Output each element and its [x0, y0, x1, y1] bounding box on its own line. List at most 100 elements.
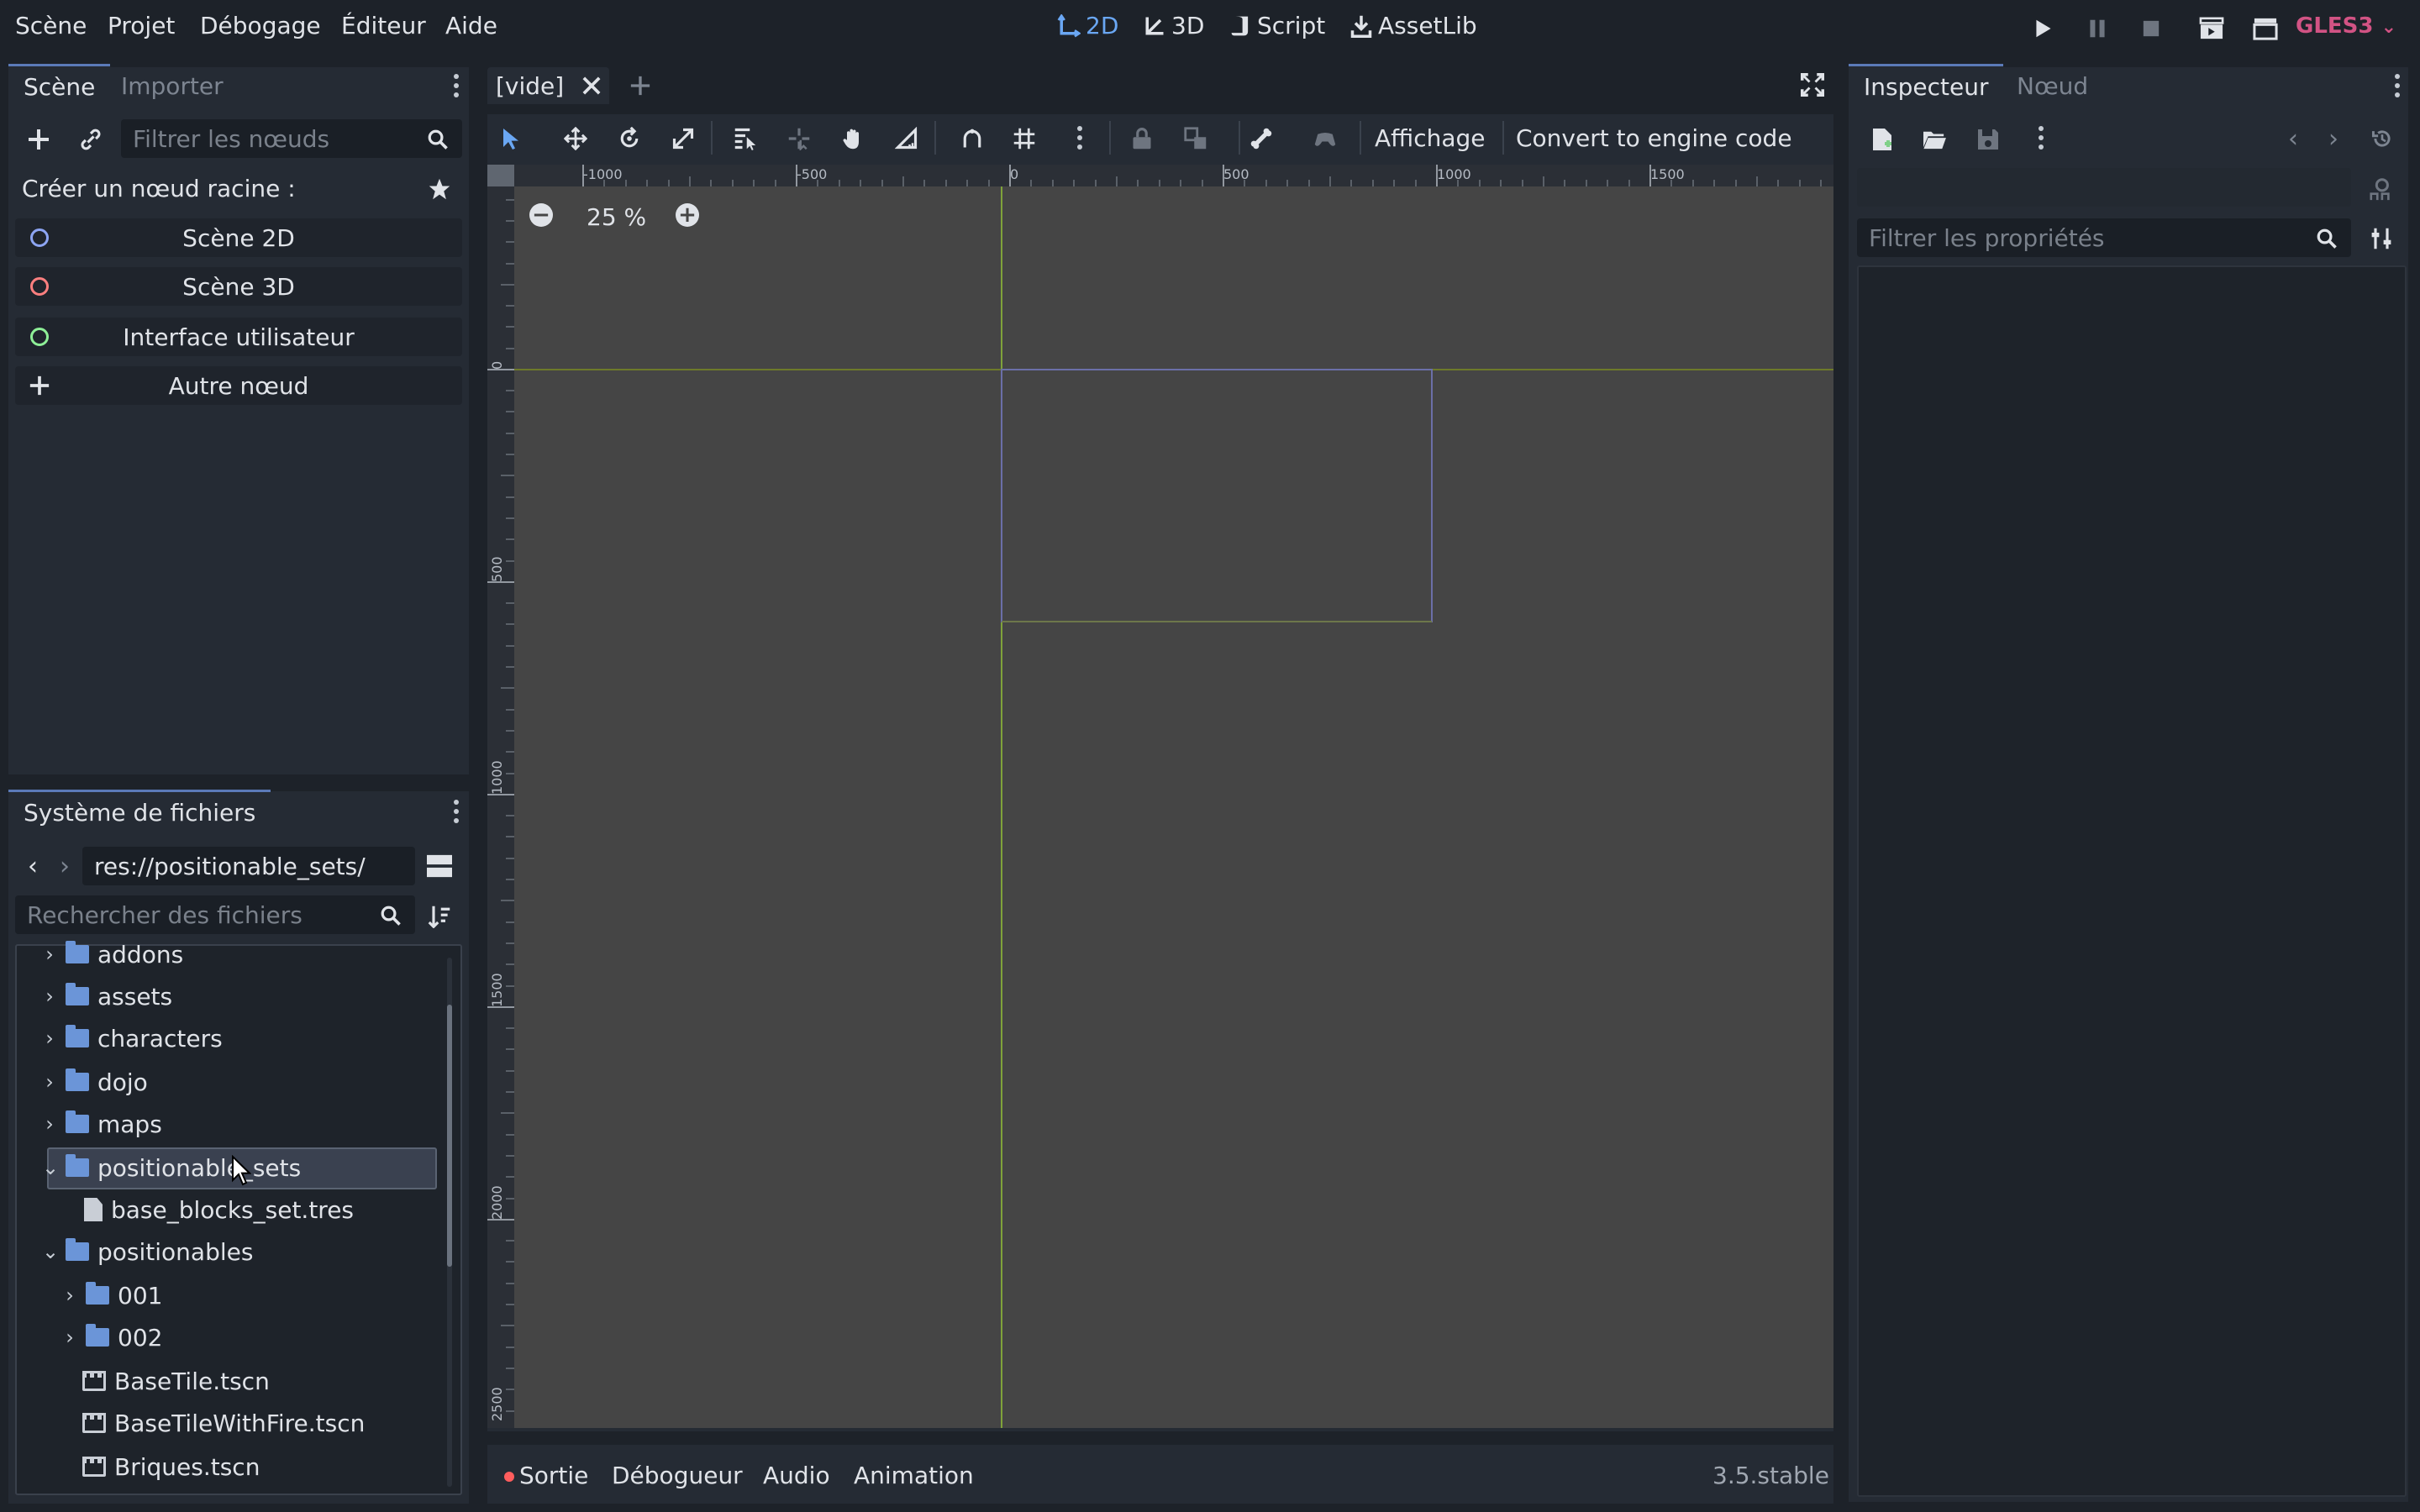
play-custom-scene-button[interactable] [2249, 12, 2282, 45]
tab-scene[interactable]: Scène [8, 64, 111, 108]
create-3d-scene-button[interactable]: Scène 3D [15, 267, 462, 306]
back-chevron-icon[interactable]: ‹ [20, 852, 45, 881]
menu-scene[interactable]: Scène [15, 12, 87, 39]
new-resource-button[interactable] [1867, 124, 1897, 155]
pause-button[interactable] [2081, 12, 2114, 45]
filter-properties-input[interactable]: Filtrer les propriétés [1857, 218, 2351, 257]
history-back-icon[interactable]: ‹ [2281, 124, 2306, 154]
group-button[interactable] [1181, 124, 1210, 153]
skeleton-button[interactable] [1247, 124, 1276, 153]
create-2d-scene-button[interactable]: Scène 2D [15, 218, 462, 257]
save-resource-button[interactable] [1973, 124, 2003, 155]
tree-item-characters[interactable]: › characters [42, 1018, 222, 1058]
toggle-split-icon[interactable] [425, 852, 454, 880]
workspace-assetlib[interactable]: AssetLib [1349, 12, 1477, 39]
chevron-down-icon[interactable]: ⌄ [42, 1240, 59, 1263]
workspace-3d[interactable]: 3D [1143, 12, 1204, 39]
tree-item-positionables[interactable]: ⌄ positionables [42, 1231, 253, 1272]
convert-to-engine-code-button[interactable]: Convert to engine code [1516, 124, 1792, 152]
menu-help[interactable]: Aide [445, 12, 497, 39]
bottom-tab-audio[interactable]: Audio [763, 1462, 830, 1489]
select-mode-button[interactable] [497, 124, 526, 153]
file-tree-scroll-thumb[interactable] [447, 1005, 452, 1267]
bottom-tab-animation[interactable]: Animation [854, 1462, 974, 1489]
zoom-out-button[interactable]: − [529, 203, 553, 227]
object-properties-icon[interactable] [2365, 173, 2396, 205]
tab-node[interactable]: Nœud [2002, 64, 2103, 108]
vertical-ruler[interactable]: 0 500 1000 1500 2000 2500 [487, 186, 514, 1428]
tab-import[interactable]: Importer [106, 64, 239, 108]
tree-item-positionable-sets[interactable]: ⌄ positionable_sets [42, 1147, 301, 1188]
chevron-right-icon[interactable]: › [42, 1112, 57, 1136]
renderer-selector[interactable]: GLES3 ⌄ [2296, 13, 2396, 39]
move-mode-button[interactable] [561, 124, 590, 153]
add-scene-tab-button[interactable] [627, 72, 654, 99]
bottom-tab-debugger[interactable]: Débogueur [612, 1462, 743, 1489]
stop-button[interactable] [2134, 12, 2168, 45]
filesystem-dock-menu-icon[interactable] [452, 800, 460, 823]
tree-item-dojo[interactable]: › dojo [42, 1062, 148, 1102]
scene-dock-menu-icon[interactable] [452, 74, 460, 97]
load-resource-button[interactable] [1919, 124, 1949, 155]
scale-mode-button[interactable] [669, 124, 697, 153]
tree-item-basetile[interactable]: BaseTile.tscn [82, 1361, 270, 1401]
list-select-button[interactable] [731, 124, 760, 153]
property-tools-icon[interactable] [2366, 223, 2396, 254]
tree-item-base-blocks-set[interactable]: base_blocks_set.tres [84, 1189, 354, 1230]
menu-debug[interactable]: Débogage [200, 12, 321, 39]
workspace-2d[interactable]: 2D [1057, 12, 1118, 39]
sort-icon[interactable] [425, 902, 454, 931]
pivot-mode-button[interactable] [785, 124, 813, 153]
resource-options-icon[interactable] [2037, 126, 2045, 150]
path-field[interactable]: res://positionable_sets/ [82, 847, 415, 885]
lock-button[interactable] [1128, 124, 1156, 153]
scene-tab-empty[interactable]: [vide] [487, 67, 610, 104]
tree-item-assets[interactable]: › assets [42, 976, 172, 1016]
create-ui-button[interactable]: Interface utilisateur [15, 318, 462, 356]
chevron-down-icon[interactable]: ⌄ [42, 1156, 59, 1179]
tree-item-001[interactable]: › 001 [62, 1275, 162, 1315]
close-icon[interactable] [582, 76, 601, 95]
ruler-mode-button[interactable] [892, 124, 921, 153]
tab-filesystem[interactable]: Système de fichiers [8, 790, 271, 833]
search-files-input[interactable]: Rechercher des fichiers [15, 895, 415, 934]
forward-chevron-icon[interactable]: › [52, 852, 77, 881]
smart-snap-button[interactable] [958, 124, 986, 153]
horizontal-ruler[interactable]: -1000 -500 0 500 1000 1500 [514, 165, 1833, 186]
view-menu-button[interactable]: Affichage [1375, 124, 1486, 152]
tree-item-basetilewithfire[interactable]: BaseTileWithFire.tscn [82, 1403, 365, 1443]
rotate-mode-button[interactable] [615, 124, 644, 153]
menu-project[interactable]: Projet [108, 12, 175, 39]
zoom-reset-button[interactable]: 25 % [587, 203, 646, 231]
zoom-in-button[interactable]: + [676, 203, 699, 227]
chevron-right-icon[interactable]: › [42, 984, 57, 1008]
tree-item-maps[interactable]: › maps [42, 1104, 162, 1144]
history-forward-icon[interactable]: › [2321, 124, 2346, 154]
play-button[interactable] [2027, 12, 2060, 45]
chevron-right-icon[interactable]: › [42, 1026, 57, 1050]
favorite-star-icon[interactable] [425, 175, 454, 203]
tree-item-002[interactable]: › 002 [62, 1317, 162, 1357]
snap-options-icon[interactable] [1076, 126, 1084, 150]
pan-mode-button[interactable] [839, 124, 867, 153]
history-icon[interactable] [2368, 124, 2396, 153]
chevron-right-icon[interactable]: › [62, 1284, 77, 1307]
chevron-right-icon[interactable]: › [42, 942, 57, 966]
grid-snap-button[interactable] [1010, 124, 1039, 153]
inspector-dock-menu-icon[interactable] [2393, 74, 2402, 97]
distraction-free-icon[interactable] [1798, 71, 1827, 99]
camera-override-button[interactable] [1311, 124, 1339, 153]
tab-inspector[interactable]: Inspecteur [1849, 64, 2004, 108]
bottom-tab-output[interactable]: Sortie [519, 1462, 588, 1489]
chevron-right-icon[interactable]: › [42, 1070, 57, 1094]
2d-canvas[interactable] [514, 186, 1833, 1428]
filter-nodes-input[interactable]: Filtrer les nœuds [121, 119, 462, 158]
instance-scene-button[interactable] [76, 124, 106, 155]
play-scene-button[interactable] [2195, 12, 2228, 45]
tree-item-addons[interactable]: › addons [42, 934, 183, 974]
add-node-button[interactable] [24, 124, 54, 155]
tree-item-briques[interactable]: Briques.tscn [82, 1446, 260, 1487]
chevron-right-icon[interactable]: › [62, 1326, 77, 1349]
create-other-node-button[interactable]: Autre nœud [15, 366, 462, 405]
workspace-script[interactable]: Script [1230, 12, 1325, 39]
